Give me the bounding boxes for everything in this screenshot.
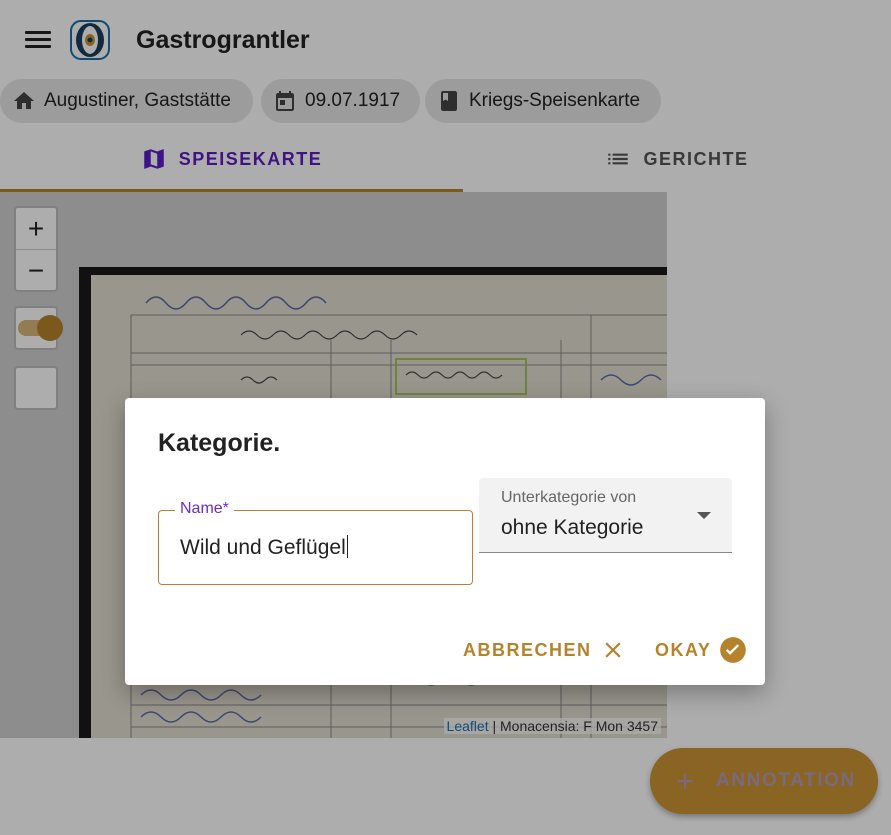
cancel-button[interactable]: ABBRECHEN xyxy=(463,632,626,668)
ok-button-label: OKAY xyxy=(655,639,712,660)
cancel-button-label: ABBRECHEN xyxy=(463,639,592,660)
plus-icon xyxy=(677,773,693,789)
add-annotation-button[interactable]: ANNOTATION xyxy=(650,748,878,814)
text-cursor xyxy=(346,535,348,558)
close-icon xyxy=(604,642,621,658)
check-circle-icon xyxy=(720,637,747,663)
name-field-label: Name* xyxy=(175,500,234,518)
parent-category-select[interactable]: Unterkategorie von ohne Kategorie xyxy=(479,478,732,553)
dialog-title: Kategorie. xyxy=(158,429,281,457)
ok-button[interactable]: OKAY xyxy=(655,632,747,668)
name-field-value: Wild und Geflügel xyxy=(180,536,346,559)
category-dialog: Kategorie. Name* Wild und Geflügel Unter… xyxy=(125,398,765,685)
fab-label: ANNOTATION xyxy=(716,770,856,791)
name-field[interactable]: Name* Wild und Geflügel xyxy=(158,500,473,585)
dropdown-arrow-icon xyxy=(697,512,711,519)
parent-category-value: ohne Kategorie xyxy=(501,516,644,539)
parent-category-label: Unterkategorie von xyxy=(501,489,637,506)
app-root: Gastrograntler Augustiner, Gaststätte 09… xyxy=(0,0,891,835)
